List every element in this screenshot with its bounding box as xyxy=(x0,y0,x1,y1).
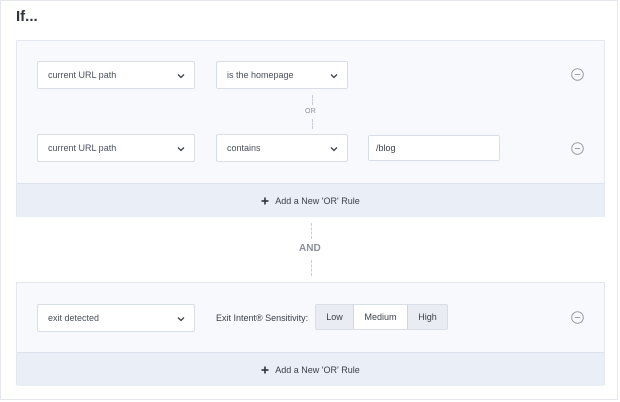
or-label: OR xyxy=(305,108,317,115)
rule-2-value-input[interactable] xyxy=(368,135,500,161)
chevron-down-icon xyxy=(177,147,185,152)
page-title: If... xyxy=(16,8,38,25)
or-connector-bottom xyxy=(312,119,313,129)
sensitivity-high-button[interactable]: High xyxy=(408,305,447,329)
minus-circle-icon[interactable] xyxy=(571,68,584,81)
chevron-down-icon xyxy=(177,317,185,322)
and-connector-top xyxy=(311,223,312,239)
exit-field-select[interactable]: exit detected xyxy=(37,304,195,332)
chevron-down-icon xyxy=(177,74,185,79)
rule-2-operator-select[interactable]: contains xyxy=(216,134,348,162)
sensitivity-label: Exit Intent® Sensitivity: xyxy=(216,313,309,323)
exit-field-label: exit detected xyxy=(48,313,100,323)
rule-group-1: current URL path is the homepage OR curr… xyxy=(16,40,605,217)
sensitivity-medium-button[interactable]: Medium xyxy=(353,305,408,329)
rule-1-field-select[interactable]: current URL path xyxy=(37,61,195,89)
rule-2-field-label: current URL path xyxy=(48,143,117,153)
minus-circle-icon[interactable] xyxy=(571,142,584,155)
chevron-down-icon xyxy=(330,147,338,152)
minus-circle-icon[interactable] xyxy=(571,311,584,324)
rule-1-operator-label: is the homepage xyxy=(227,70,294,80)
rule-2-operator-label: contains xyxy=(227,143,261,153)
rule-group-2: exit detected Exit Intent® Sensitivity: … xyxy=(16,282,605,386)
plus-icon xyxy=(261,366,269,373)
rule-1-field-label: current URL path xyxy=(48,70,117,80)
add-or-rule-label: Add a New 'OR' Rule xyxy=(275,364,360,375)
rule-1-operator-select[interactable]: is the homepage xyxy=(216,61,348,89)
rule-2-field-select[interactable]: current URL path xyxy=(37,134,195,162)
sensitivity-low-button[interactable]: Low xyxy=(316,305,353,329)
and-connector-bottom xyxy=(311,260,312,276)
and-label: AND xyxy=(299,243,321,254)
add-or-rule-button[interactable]: Add a New 'OR' Rule xyxy=(17,352,604,386)
sensitivity-segmented-control: Low Medium High xyxy=(315,304,448,330)
chevron-down-icon xyxy=(330,74,338,79)
add-or-rule-button[interactable]: Add a New 'OR' Rule xyxy=(17,183,604,217)
plus-icon xyxy=(261,197,269,204)
or-connector-top xyxy=(312,95,313,105)
add-or-rule-label: Add a New 'OR' Rule xyxy=(275,195,360,206)
